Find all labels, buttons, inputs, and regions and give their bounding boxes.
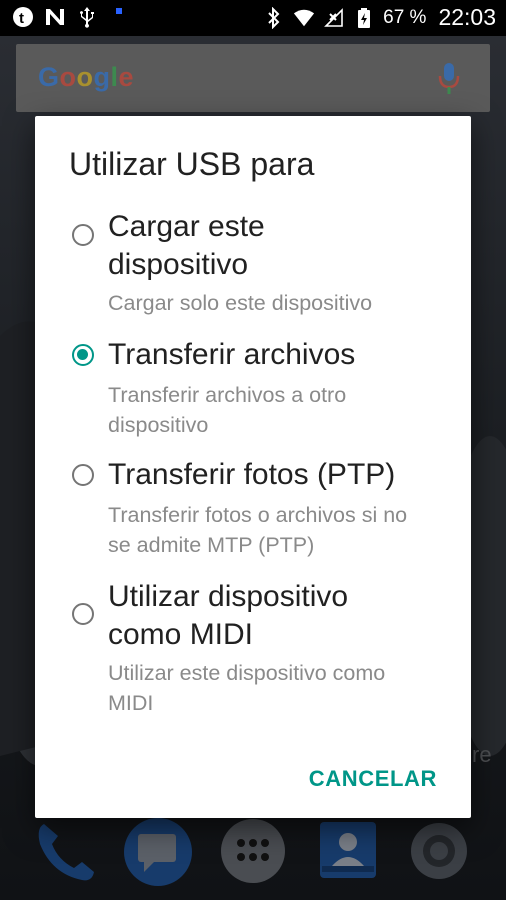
radio-button[interactable] [72, 464, 94, 486]
tumblr-icon: t [12, 6, 34, 28]
option-label-line: Utilizar dispositivo [108, 580, 349, 613]
option-label: Cargar este dispositivo [108, 208, 438, 284]
option-desc-line: Transferir archivos a otro [108, 383, 347, 407]
option-label: Utilizar dispositivo como MIDI [108, 578, 438, 654]
microphone-icon[interactable] [438, 62, 460, 101]
option-description: Transferir archivos a otro dispositivo [108, 380, 471, 440]
wifi-icon [293, 7, 315, 29]
option-desc-line: Transferir fotos o archivos si no [108, 503, 408, 527]
notification-dot-icon [108, 6, 130, 28]
usb-mode-dialog: Utilizar USB para Cargar este dispositiv… [35, 116, 471, 818]
no-signal-icon [323, 7, 345, 29]
messages-icon[interactable] [122, 816, 192, 886]
google-letter: e [118, 62, 135, 92]
option-label-line: Transferir fotos (PTP) [108, 458, 396, 491]
option-label-line: Transferir archivos [108, 338, 356, 371]
phone-icon[interactable] [30, 816, 100, 886]
radio-button[interactable] [72, 224, 94, 246]
option-desc-line: se admite MTP (PTP) [108, 533, 315, 557]
status-bar-right: 67 % 22:03 [263, 4, 496, 31]
option-label: Transferir archivos [108, 336, 438, 374]
option-description: Cargar solo este dispositivo [108, 288, 471, 318]
radio-button-selected[interactable] [72, 344, 94, 366]
option-desc-line: Cargar solo este dispositivo [108, 291, 373, 315]
n-notification-icon [44, 6, 66, 28]
home-dock [0, 810, 506, 890]
status-clock: 22:03 [438, 4, 496, 30]
svg-text:t: t [19, 10, 24, 27]
option-label: Transferir fotos (PTP) [108, 456, 438, 494]
dialog-title: Utilizar USB para [69, 146, 315, 182]
google-letter: G [38, 62, 60, 92]
usb-option-midi[interactable]: Utilizar dispositivo como MIDI Utilizar … [35, 578, 471, 728]
google-search-bar[interactable]: Google [16, 44, 490, 112]
status-bar-left: t [12, 6, 130, 28]
option-label-line: dispositivo [108, 248, 249, 281]
apps-drawer-icon[interactable] [218, 816, 288, 886]
radio-button[interactable] [72, 603, 94, 625]
option-desc-line: dispositivo [108, 413, 209, 437]
option-label-line: Cargar este [108, 210, 265, 243]
settings-icon[interactable] [404, 816, 474, 886]
usb-option-transfer-photos[interactable]: Transferir fotos (PTP) Transferir fotos … [35, 456, 471, 568]
usb-option-transfer-files[interactable]: Transferir archivos Transferir archivos … [35, 336, 471, 446]
usb-option-charge[interactable]: Cargar este dispositivo Cargar solo este… [35, 208, 471, 320]
battery-percentage: 67 % [383, 6, 427, 28]
option-desc-line: MIDI [108, 691, 154, 715]
option-description: Transferir fotos o archivos si no se adm… [108, 500, 471, 560]
google-letter: o [59, 62, 77, 92]
google-letter: l [110, 62, 119, 92]
option-description: Utilizar este dispositivo como MIDI [108, 658, 471, 718]
bluetooth-icon [263, 6, 285, 29]
status-bar: t 67 % 22:03 [0, 0, 506, 36]
google-logo: Google [38, 62, 134, 93]
google-letter: o [76, 62, 94, 92]
battery-icon [353, 7, 375, 29]
background-widget-text-right: re [472, 742, 492, 767]
usb-icon [76, 6, 98, 28]
option-desc-line: Utilizar este dispositivo como [108, 661, 386, 685]
option-label-line: como MIDI [108, 618, 254, 651]
google-letter: g [93, 62, 111, 92]
cancel-button[interactable]: CANCELAR [309, 766, 437, 792]
contacts-icon[interactable] [312, 816, 382, 886]
